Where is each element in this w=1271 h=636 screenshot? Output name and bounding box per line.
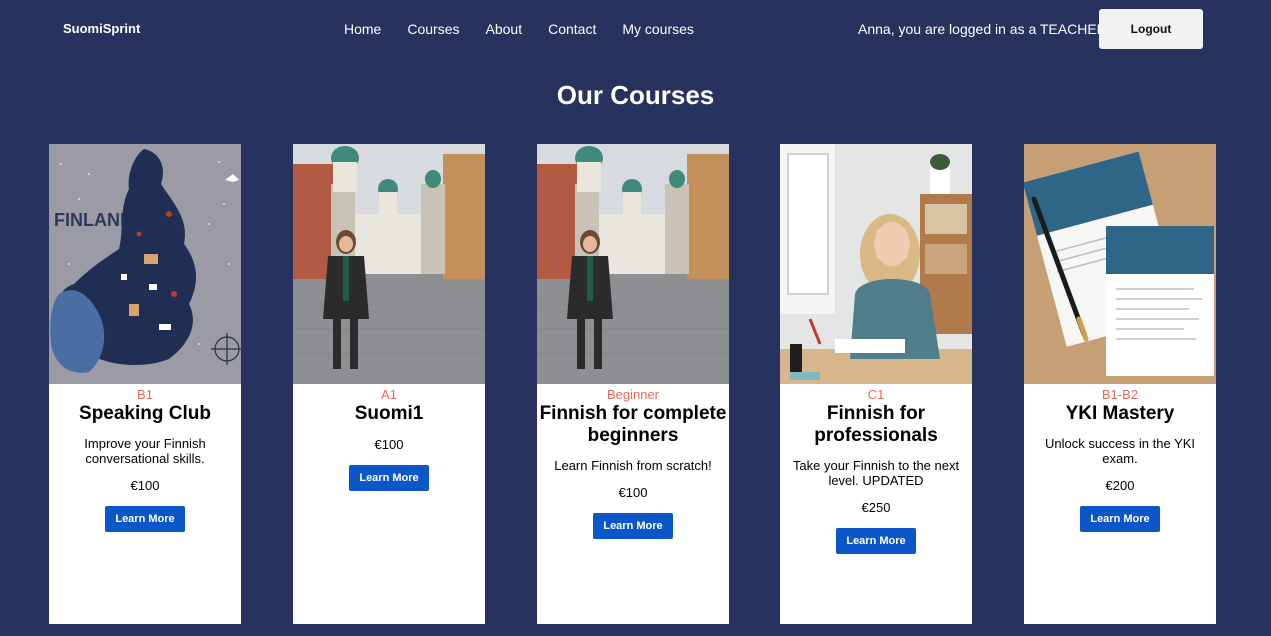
course-price: €100 <box>618 485 648 500</box>
course-title: Suomi1 <box>354 403 424 424</box>
course-level: B1 <box>137 387 153 402</box>
course-description: Unlock success in the YKI exam. <box>1044 436 1196 466</box>
learn-more-button[interactable]: Learn More <box>1080 506 1160 532</box>
course-price: €250 <box>861 500 891 515</box>
course-price: €200 <box>1105 478 1135 493</box>
course-title: YKI Mastery <box>1065 403 1175 424</box>
course-title: Finnish for complete beginners <box>539 403 727 446</box>
course-level: B1-B2 <box>1101 387 1139 402</box>
course-description: Learn Finnish from scratch! <box>554 458 712 473</box>
nav-link-courses[interactable]: Courses <box>407 21 459 37</box>
nav-link-about[interactable]: About <box>486 21 523 37</box>
svg-text:FINLAND: FINLAND <box>54 210 133 230</box>
user-status: Anna, you are logged in as a TEACHER <box>858 21 1107 37</box>
course-card: B1-B2 YKI Mastery Unlock success in the … <box>1024 144 1216 624</box>
course-image-helsinki-square <box>293 144 485 384</box>
course-description: Take your Finnish to the next level. UPD… <box>792 458 960 488</box>
course-image-yki-documents <box>1024 144 1216 384</box>
course-image-finland-map: FINLAND <box>49 144 241 384</box>
learn-more-button[interactable]: Learn More <box>105 506 185 532</box>
course-card: FINLAND B1 Speaking Club Improve your Fi… <box>49 144 241 624</box>
course-card: Beginner Finnish for complete beginners … <box>537 144 729 624</box>
nav-link-home[interactable]: Home <box>344 21 381 37</box>
logout-button[interactable]: Logout <box>1099 9 1203 49</box>
nav-links: Home Courses About Contact My courses <box>344 21 720 37</box>
learn-more-button[interactable]: Learn More <box>349 465 429 491</box>
brand-logo[interactable]: SuomiSprint <box>63 21 140 36</box>
course-image-helsinki-square <box>537 144 729 384</box>
course-title: Finnish for professionals <box>814 403 938 446</box>
navbar: SuomiSprint Home Courses About Contact M… <box>0 0 1271 58</box>
course-card: C1 Finnish for professionals Take your F… <box>780 144 972 624</box>
course-title: Speaking Club <box>79 403 211 424</box>
page-title: Our Courses <box>556 80 715 110</box>
nav-link-contact[interactable]: Contact <box>548 21 596 37</box>
course-price: €100 <box>130 478 160 493</box>
course-level: A1 <box>381 387 397 402</box>
course-card: A1 Suomi1 €100 Learn More <box>293 144 485 624</box>
course-level: Beginner <box>606 387 660 402</box>
nav-link-my-courses[interactable]: My courses <box>622 21 694 37</box>
course-price: €100 <box>374 437 404 452</box>
course-description: Improve your Finnish conversational skil… <box>84 436 206 466</box>
course-level: C1 <box>867 387 885 402</box>
course-image-woman-studying <box>780 144 972 384</box>
learn-more-button[interactable]: Learn More <box>593 513 673 539</box>
learn-more-button[interactable]: Learn More <box>836 528 916 554</box>
